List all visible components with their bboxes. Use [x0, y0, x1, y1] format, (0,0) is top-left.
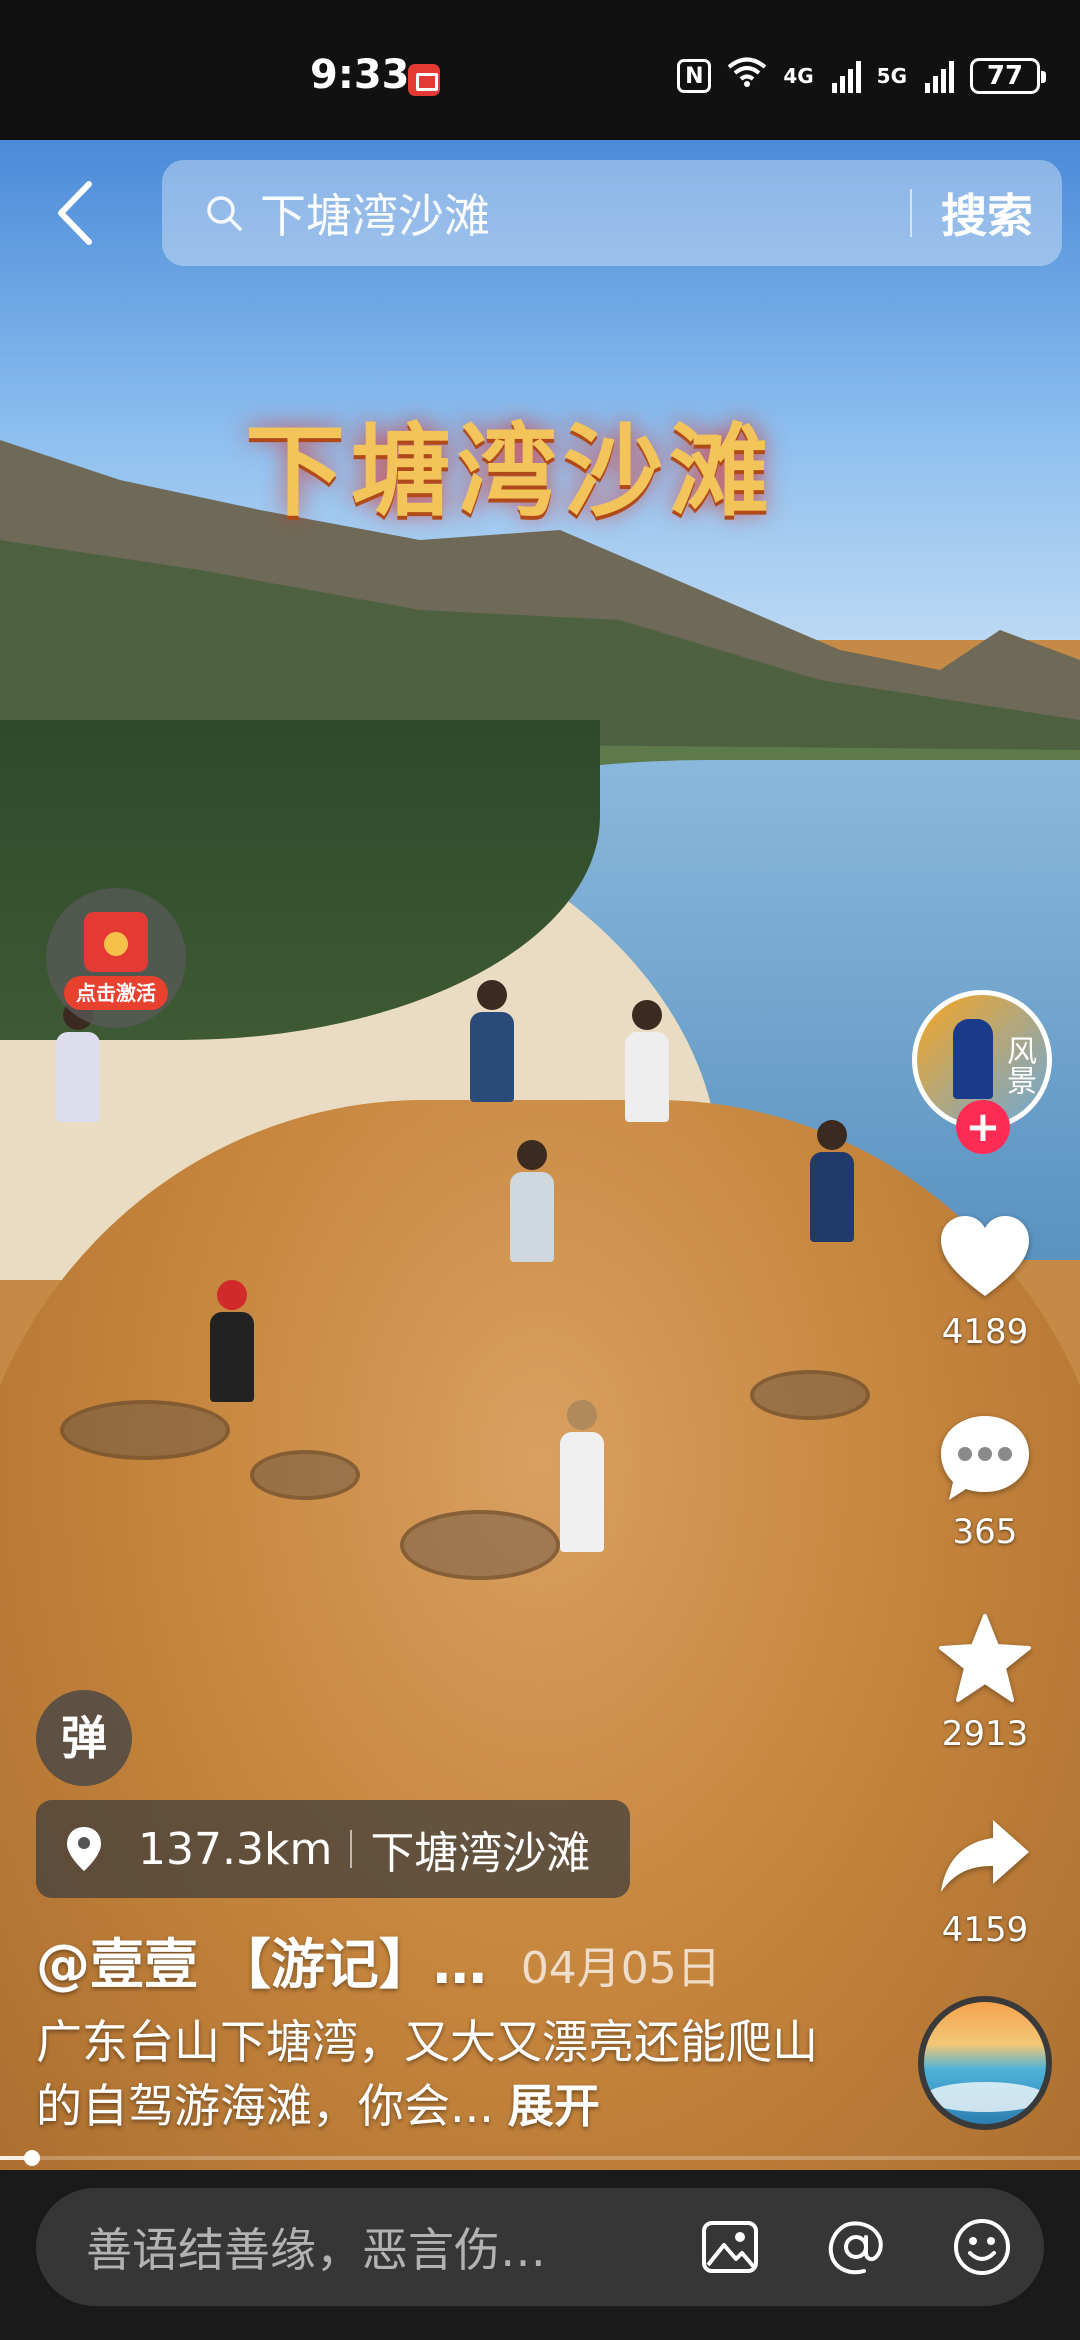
share-button[interactable]: 4159 [925, 1806, 1045, 1950]
coin-icon [104, 932, 128, 956]
nfc-icon: N [677, 59, 712, 93]
comment-input[interactable]: 善语结善缘，恶言伤… [36, 2188, 1044, 2306]
share-icon [941, 1820, 1029, 1892]
post-date: 04月05日 [520, 1943, 721, 1994]
avatar-figure [953, 1019, 993, 1099]
emoji-icon[interactable] [950, 2215, 1014, 2279]
music-disc-icon[interactable] [918, 1996, 1052, 2130]
search-query[interactable]: 下塘湾沙滩 [260, 180, 910, 246]
location-chip[interactable]: 137.3km 下塘湾沙滩 [36, 1800, 630, 1898]
back-arrow-icon [58, 181, 92, 245]
status-bar: 9:33 N 4G 5G 77 [0, 0, 1080, 140]
search-button[interactable]: 搜索 [912, 180, 1062, 246]
location-distance: 137.3km [138, 1823, 333, 1875]
caption-text: 广东台山下塘湾，又大又漂亮还能爬山的自驾游海滩，你会... [36, 2015, 818, 2133]
image-icon[interactable] [698, 2215, 762, 2279]
hiker-figure [510, 1140, 554, 1262]
battery-icon: 77 [970, 58, 1046, 94]
star-icon [939, 1614, 1031, 1702]
battery-level: 77 [986, 61, 1024, 91]
location-pin-icon [67, 1827, 101, 1871]
notification-icon [408, 64, 440, 96]
share-count: 4159 [941, 1910, 1029, 1950]
hiker-figure [810, 1120, 854, 1242]
signal-5g-icon [925, 59, 954, 93]
author-name[interactable]: @壹壹 【游记】… [36, 1920, 487, 1999]
rock-pool [400, 1510, 560, 1580]
search-bar[interactable]: 下塘湾沙滩 搜索 [162, 160, 1062, 266]
location-name: 下塘湾沙滩 [370, 1828, 591, 1879]
hiker-figure [625, 1000, 669, 1122]
bottom-bar: 善语结善缘，恶言伤… [0, 2170, 1080, 2340]
wifi-icon [727, 56, 767, 96]
hiker-figure [470, 980, 514, 1102]
at-icon[interactable] [824, 2215, 888, 2279]
follow-button[interactable]: + [956, 1100, 1010, 1154]
status-time: 9:33 [310, 52, 410, 98]
net-4g-label: 4G [783, 64, 814, 88]
rock-pool [60, 1400, 230, 1460]
avatar-text: 风景 [1001, 1035, 1036, 1095]
author-line: @壹壹 【游记】… 04月05日 [36, 1920, 896, 1999]
danmaku-button[interactable]: 弹 [36, 1690, 132, 1786]
rock-pool [250, 1450, 360, 1500]
status-indicators: N 4G 5G 77 [677, 56, 1046, 96]
video-title-overlay: 下塘湾沙滩 [200, 390, 820, 535]
like-count: 4189 [941, 1312, 1029, 1352]
hiker-figure [210, 1280, 254, 1402]
net-5g-label: 5G [876, 64, 907, 88]
post-caption[interactable]: 广东台山下塘湾，又大又漂亮还能爬山的自驾游海滩，你会... 展开 [36, 2010, 856, 2138]
comment-icon [941, 1416, 1029, 1500]
heart-icon [941, 1216, 1029, 1296]
expand-button[interactable]: 展开 [508, 2079, 600, 2133]
favorite-button[interactable]: 2913 [925, 1610, 1045, 1754]
comment-button[interactable]: 365 [925, 1408, 1045, 1552]
comment-placeholder: 善语结善缘，恶言伤… [86, 2223, 546, 2277]
signal-4g-icon [831, 59, 861, 93]
comment-count: 365 [952, 1512, 1018, 1552]
search-icon [207, 196, 242, 231]
red-packet-label: 点击激活 [64, 976, 168, 1010]
like-button[interactable]: 4189 [925, 1208, 1045, 1352]
red-packet-button[interactable]: 点击激活 [46, 888, 186, 1028]
back-button[interactable] [40, 168, 110, 258]
favorite-count: 2913 [941, 1714, 1029, 1754]
hiker-figure [560, 1400, 604, 1552]
location-divider [350, 1830, 353, 1868]
video-progress-bar[interactable] [0, 2150, 1080, 2166]
rock-pool [750, 1370, 870, 1420]
